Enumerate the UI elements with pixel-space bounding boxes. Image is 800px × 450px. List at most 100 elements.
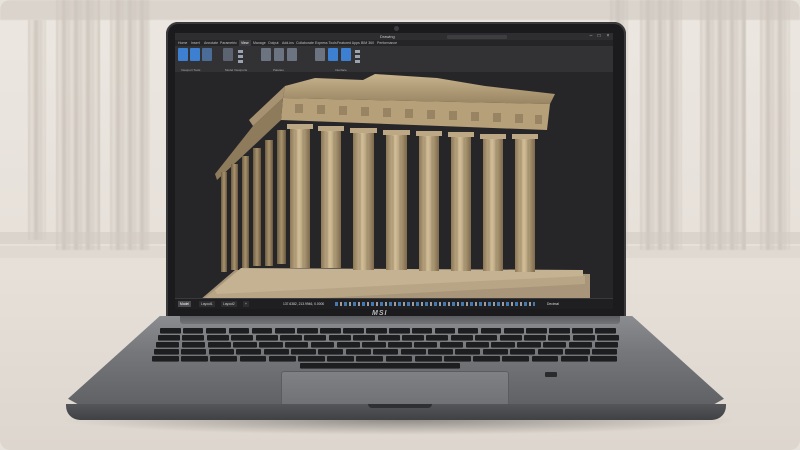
- lid-notch: [368, 404, 432, 408]
- keyboard-key: [298, 356, 325, 362]
- keyboard-key: [310, 342, 335, 348]
- keyboard-key: [450, 335, 473, 341]
- keyboard-key: [231, 335, 254, 341]
- background-column: [28, 20, 46, 240]
- model-viewport[interactable]: [175, 72, 613, 304]
- background-column: [56, 0, 100, 250]
- join-viewport-icon[interactable]: [238, 55, 243, 58]
- keyboard-key: [385, 356, 413, 362]
- keyboard-key: [510, 349, 536, 355]
- close-icon[interactable]: ×: [604, 33, 612, 40]
- keyboard-key: [251, 328, 273, 334]
- keyboard-key: [543, 342, 567, 348]
- keyboard-key: [594, 342, 618, 348]
- keyboard-key: [388, 342, 412, 348]
- keyboard-key: [560, 356, 588, 362]
- keyboard-key: [181, 356, 208, 362]
- keyboard-key: [503, 328, 524, 334]
- keyboard-key: [353, 335, 376, 341]
- tab-model[interactable]: Model: [178, 301, 191, 307]
- navbar-button[interactable]: [190, 48, 200, 61]
- properties-button[interactable]: [274, 48, 284, 61]
- keyboard-key: [444, 356, 471, 362]
- minimize-icon[interactable]: –: [587, 33, 595, 40]
- add-layout-button[interactable]: +: [243, 301, 249, 307]
- keyboard-key: [526, 328, 547, 334]
- keyboard-key: [158, 335, 180, 341]
- fingerprint-icon: [545, 372, 557, 377]
- keyboard-key: [182, 335, 205, 341]
- units-readout[interactable]: Decimal: [547, 301, 559, 307]
- keyboard-key: [502, 356, 530, 362]
- keyboard-key: [328, 335, 351, 341]
- keyboard-key: [297, 328, 318, 334]
- keyboard-key: [531, 356, 559, 362]
- keyboard-key: [457, 328, 479, 334]
- keyboard-key: [327, 356, 354, 362]
- keyboard-key: [389, 328, 410, 334]
- keyboard-key: [263, 349, 289, 355]
- background-column: [640, 0, 682, 250]
- drafting-toggles[interactable]: [335, 302, 535, 306]
- keyboard-key: [210, 356, 238, 362]
- search-input[interactable]: [447, 34, 507, 39]
- tile-horizontally-icon[interactable]: [355, 55, 360, 58]
- cascade-icon[interactable]: [355, 60, 360, 63]
- keyboard-key: [207, 342, 231, 348]
- keyboard-key: [160, 328, 181, 334]
- keyboard-key: [434, 328, 456, 334]
- window-title: Drawing: [380, 34, 395, 39]
- layout-tabs-button[interactable]: [341, 48, 351, 61]
- keyboard-key: [208, 349, 234, 355]
- keyboard-key: [400, 349, 426, 355]
- keyboard: [150, 328, 650, 369]
- background-capital: [0, 0, 800, 20]
- keyboard-key: [475, 335, 498, 341]
- side-columns: [221, 130, 286, 272]
- tool-palettes-button[interactable]: [261, 48, 271, 61]
- keyboard-key: [343, 328, 364, 334]
- viewcube-button[interactable]: [178, 48, 188, 61]
- keyboard-key: [549, 328, 570, 334]
- keyboard-key: [154, 349, 179, 355]
- keyboard-key: [572, 328, 593, 334]
- tile-vertically-icon[interactable]: [355, 50, 360, 53]
- keyboard-key: [499, 335, 522, 341]
- keyboard-key: [524, 335, 546, 341]
- keyboard-key: [590, 356, 617, 362]
- keyboard-key: [255, 335, 278, 341]
- file-tabs-button[interactable]: [328, 48, 338, 61]
- keyboard-key: [491, 342, 515, 348]
- keyboard-key: [482, 349, 508, 355]
- named-viewport-icon[interactable]: [238, 50, 243, 53]
- title-bar: Drawing – □ ×: [175, 33, 613, 40]
- keyboard-key: [377, 335, 400, 341]
- restore-viewport-icon[interactable]: [238, 60, 243, 63]
- tab-layout1[interactable]: Layout1: [199, 301, 215, 307]
- keyboard-key: [268, 356, 296, 362]
- keyboard-key: [537, 349, 563, 355]
- keyboard-key: [304, 335, 327, 341]
- keyboard-key: [236, 349, 262, 355]
- tab-layout2[interactable]: Layout2: [221, 301, 237, 307]
- keyboard-key: [592, 349, 618, 355]
- keyboard-key: [411, 328, 433, 334]
- keyboard-key: [426, 335, 449, 341]
- keyboard-key: [320, 328, 341, 334]
- maximize-icon[interactable]: □: [595, 33, 603, 40]
- keyboard-key: [318, 349, 344, 355]
- viewport-config-button[interactable]: [223, 48, 233, 61]
- coordinate-readout: 137.6382, 213.9946, 0.0000: [283, 302, 325, 306]
- sheet-set-button[interactable]: [287, 48, 297, 61]
- keyboard-key: [473, 356, 500, 362]
- navigation-wheel-button[interactable]: [202, 48, 212, 61]
- ribbon-panel: Viewport Tools Model Viewports Palettes …: [175, 46, 613, 73]
- keyboard-key: [205, 328, 227, 334]
- background-column: [110, 0, 150, 250]
- keyboard-key: [439, 342, 464, 348]
- laptop-screen: Drawing – □ × Home Insert Annotate Param…: [175, 33, 613, 309]
- keyboard-key: [572, 335, 595, 341]
- keyboard-key: [233, 342, 257, 348]
- laptop-hinge: [180, 316, 620, 324]
- switch-windows-button[interactable]: [315, 48, 325, 61]
